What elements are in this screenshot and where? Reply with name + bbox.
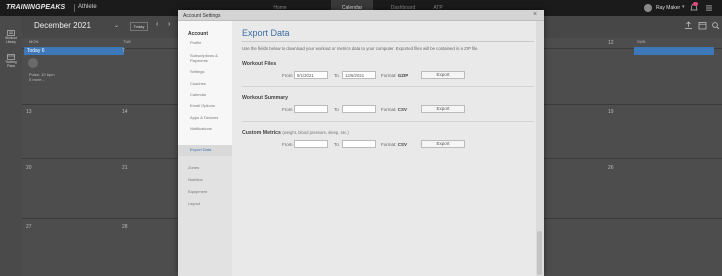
from-label: From xyxy=(282,142,293,147)
rail-label: Library xyxy=(6,39,16,44)
sidebar-item-settings[interactable]: Settings xyxy=(190,69,204,75)
sidebar-item-nutrition[interactable]: Nutrition xyxy=(188,177,203,182)
user-name[interactable]: Ray Maker xyxy=(656,5,680,11)
from-label: From xyxy=(282,107,293,112)
brand-subtitle: Athlete xyxy=(78,4,97,10)
custom-metrics-from-input[interactable] xyxy=(294,140,328,148)
today-button[interactable]: Today xyxy=(130,22,148,31)
section-title-text: Workout Summary xyxy=(242,95,289,101)
workout-card[interactable]: Pulse: 10 bpm 5 more... xyxy=(27,57,127,87)
chevron-down-icon[interactable]: ⌄ xyxy=(114,22,119,29)
next-arrow-icon[interactable]: › xyxy=(168,21,170,28)
day-number[interactable]: 13 xyxy=(26,109,32,115)
day-number[interactable]: 27 xyxy=(26,224,32,230)
section-title-workout-summary: Workout Summary xyxy=(242,95,288,101)
format-label: Format: GZIP xyxy=(381,73,408,78)
sidebar-item-coaches[interactable]: Coaches xyxy=(190,81,206,87)
section-title-text: Custom Metrics xyxy=(242,130,281,136)
sidebar-lower-section: Zones Nutrition Equipment Layout xyxy=(178,156,232,276)
sidebar-item-payments[interactable]: Payments xyxy=(190,58,208,64)
workout-summary: Pulse: 10 bpm 5 more... xyxy=(29,72,55,82)
section-subtitle: (weight, blood pressure, sleep, etc.) xyxy=(282,130,349,135)
custom-metrics-to-input[interactable] xyxy=(342,140,376,148)
workout-summary-to-input[interactable] xyxy=(342,105,376,113)
day-number[interactable]: 21 xyxy=(122,165,128,171)
menu-icon[interactable] xyxy=(705,4,713,12)
brand-logo[interactable]: TRAININGPEAKS xyxy=(6,4,65,11)
modal-scrollbar[interactable] xyxy=(536,21,544,276)
section-title-custom-metrics: Custom Metrics (weight, blood pressure, … xyxy=(242,130,349,136)
day-number[interactable]: 28 xyxy=(122,224,128,230)
page-title: Export Data xyxy=(242,28,290,38)
day-number[interactable]: 7 xyxy=(122,48,125,54)
format-label-text: Format: xyxy=(381,142,397,147)
notification-badge xyxy=(693,2,698,6)
format-label: Format: CSV xyxy=(381,142,407,147)
sidebar-item-zones[interactable]: Zones xyxy=(188,165,199,170)
rail-workout-library[interactable]: Workout Library xyxy=(0,30,22,44)
sidebar-item-export-data[interactable]: Export Data xyxy=(190,147,211,153)
sidebar-item-apps-devices[interactable]: Apps & Devices xyxy=(190,115,218,121)
sidebar-item-email-options[interactable]: Email Options xyxy=(190,103,215,109)
day-number[interactable]: 12 xyxy=(608,40,614,46)
divider xyxy=(242,86,534,87)
modal-title: Account Settings xyxy=(183,13,221,19)
sidebar-item-equipment[interactable]: Equipment xyxy=(188,189,207,194)
month-title[interactable]: December 2021 xyxy=(34,21,91,30)
upload-icon[interactable] xyxy=(684,21,693,30)
export-workout-files-button[interactable]: Export xyxy=(421,71,465,79)
workout-files-from-input[interactable] xyxy=(294,71,328,79)
day-highlight[interactable] xyxy=(634,47,714,55)
format-value: GZIP xyxy=(397,73,409,78)
to-label: To xyxy=(334,142,339,147)
workout-summary-from-input[interactable] xyxy=(294,105,328,113)
modal-titlebar[interactable]: Account Settings × xyxy=(178,10,544,21)
brand-divider xyxy=(74,4,75,12)
sidebar-item-notifications[interactable]: Notifications xyxy=(190,126,212,132)
divider xyxy=(242,41,534,42)
export-custom-metrics-button[interactable]: Export xyxy=(421,140,465,148)
sidebar-item-profile[interactable]: Profile xyxy=(190,40,201,46)
workout-type-icon xyxy=(28,58,38,68)
search-icon[interactable] xyxy=(711,21,720,30)
scrollbar-thumb[interactable] xyxy=(537,231,542,275)
sidebar-item-layout[interactable]: Layout xyxy=(188,201,200,206)
settings-sidebar: Account Profile Subscriptions & Payments… xyxy=(178,21,232,276)
day-number[interactable]: 14 xyxy=(122,109,128,115)
section-title-workout-files: Workout Files xyxy=(242,61,276,67)
from-label: From xyxy=(282,73,293,78)
format-value: CSV xyxy=(397,142,408,147)
rail-label: Plans xyxy=(7,63,15,68)
prev-arrow-icon[interactable]: ‹ xyxy=(156,21,158,28)
account-settings-modal: Account Settings × Account Profile Subsc… xyxy=(178,10,544,276)
day-header-tue: TUE xyxy=(123,39,131,44)
day-number[interactable]: 19 xyxy=(608,109,614,115)
sidebar-heading[interactable]: Account xyxy=(188,31,208,37)
close-icon[interactable]: × xyxy=(533,11,537,18)
export-workout-summary-button[interactable]: Export xyxy=(421,105,465,113)
to-label: To xyxy=(334,73,339,78)
format-label-text: Format: xyxy=(381,107,397,112)
calendar-settings-icon[interactable] xyxy=(698,21,707,30)
section-title-text: Workout Files xyxy=(242,61,277,67)
day-header-sun: SUN xyxy=(637,39,646,44)
chevron-down-icon[interactable]: ▾ xyxy=(682,4,685,10)
format-label: Format: CSV xyxy=(381,107,407,112)
workout-files-to-input[interactable] xyxy=(342,71,376,79)
sidebar-item-calendar[interactable]: Calendar xyxy=(190,92,206,98)
divider xyxy=(242,121,534,122)
rail-training-plans[interactable]: Training Plans xyxy=(0,54,22,68)
to-label: To xyxy=(334,107,339,112)
export-data-panel: Export Data Use the fields below to down… xyxy=(232,21,536,276)
left-rail: Workout Library Training Plans xyxy=(0,16,22,276)
day-number[interactable]: 20 xyxy=(26,165,32,171)
avatar[interactable] xyxy=(644,4,652,12)
more-link[interactable]: 5 more... xyxy=(29,77,45,82)
day-number[interactable]: 26 xyxy=(608,165,614,171)
today-cell[interactable]: Today 6 xyxy=(24,47,124,55)
format-value: CSV xyxy=(397,107,408,112)
day-header-mon: MON xyxy=(29,39,39,44)
format-label-text: Format: xyxy=(381,73,397,78)
intro-text: Use the fields below to download your wo… xyxy=(242,46,479,51)
